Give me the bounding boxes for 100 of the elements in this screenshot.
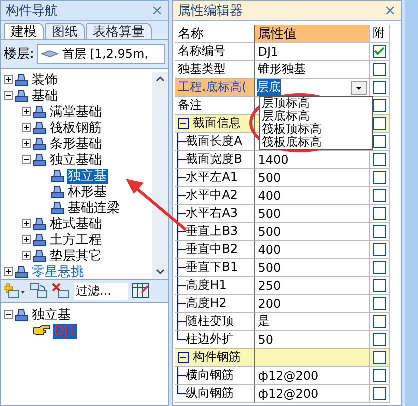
- checkbox[interactable]: [373, 45, 386, 58]
- property-name: 随柱变顶: [186, 313, 234, 330]
- collapse-icon[interactable]: [178, 118, 190, 129]
- tree-item[interactable]: 满堂基础: [49, 104, 103, 120]
- expand-icon[interactable]: [22, 235, 31, 244]
- checkbox[interactable]: [373, 333, 386, 346]
- expand-icon[interactable]: [22, 139, 31, 148]
- tab[interactable]: 建模: [4, 23, 44, 39]
- property-name: 水平右A3: [186, 205, 238, 222]
- floor-dropdown[interactable]: 首层 [1,2.95m,: [37, 44, 166, 64]
- expand-icon[interactable]: [22, 123, 31, 132]
- property-value[interactable]: 400: [258, 188, 282, 202]
- checkbox[interactable]: [373, 99, 386, 112]
- checkbox[interactable]: [373, 135, 386, 148]
- property-value[interactable]: 50: [258, 332, 274, 346]
- column-header: 名称: [175, 25, 256, 43]
- property-value[interactable]: 500: [258, 224, 282, 238]
- property-name: 垂直中B2: [186, 241, 238, 258]
- tree-item[interactable]: 杯形基: [67, 184, 108, 200]
- property-value[interactable]: 500: [258, 206, 282, 220]
- grid-settings-icon[interactable]: [132, 283, 150, 299]
- checkbox[interactable]: [373, 207, 386, 220]
- property-value[interactable]: 锥形独基: [258, 61, 306, 78]
- checkbox[interactable]: [373, 81, 386, 94]
- checkbox[interactable]: [373, 279, 386, 292]
- property-name: 柱边外扩: [186, 331, 234, 348]
- dropdown-option[interactable]: 层顶标高: [260, 97, 372, 110]
- component-item[interactable]: 独立基: [31, 308, 72, 322]
- checkbox[interactable]: [373, 153, 386, 166]
- checkbox[interactable]: [373, 261, 386, 274]
- checkbox[interactable]: [373, 297, 386, 310]
- property-value[interactable]: ф12@200: [258, 368, 319, 382]
- property-value[interactable]: 是: [258, 313, 270, 330]
- property-name: 工程.底标高(: [178, 79, 247, 96]
- copy-icon[interactable]: [30, 283, 48, 299]
- tree-item[interactable]: 零星悬挑: [31, 264, 85, 279]
- property-value[interactable]: 500: [258, 170, 282, 184]
- checkbox[interactable]: [373, 225, 386, 238]
- tree-item[interactable]: 土方工程: [49, 232, 103, 248]
- scrollbar[interactable]: [152, 72, 168, 279]
- tree-item[interactable]: 独立基础: [49, 152, 103, 168]
- property-value[interactable]: 200: [258, 296, 282, 310]
- tab[interactable]: 表格算量: [86, 23, 152, 39]
- elevation-dropdown[interactable]: 层底: [255, 79, 370, 97]
- property-value[interactable]: ф12@200: [258, 386, 319, 400]
- tab[interactable]: 图纸: [45, 23, 85, 39]
- expand-icon[interactable]: [22, 219, 31, 228]
- tree-item[interactable]: 筏板钢筋: [49, 120, 103, 136]
- tree-item[interactable]: 基础连梁: [67, 200, 121, 216]
- property-value[interactable]: DJ1: [258, 44, 279, 58]
- footing-icon: [33, 138, 47, 150]
- checkbox[interactable]: [373, 63, 386, 76]
- expand-icon[interactable]: [22, 251, 31, 260]
- scroll-down-icon[interactable]: [156, 269, 165, 275]
- property-value[interactable]: 250: [258, 278, 282, 292]
- checkbox[interactable]: [373, 315, 386, 328]
- property-name: 垂直下B1: [186, 259, 238, 276]
- property-value[interactable]: 500: [258, 260, 282, 274]
- tree-item[interactable]: 装饰: [31, 72, 59, 88]
- footing-icon: [33, 218, 47, 230]
- collapse-icon[interactable]: [22, 155, 31, 164]
- checkbox[interactable]: [373, 387, 386, 400]
- checkbox[interactable]: [373, 369, 386, 382]
- dropdown-option[interactable]: 筏板顶标高: [260, 123, 372, 136]
- footing-icon: [33, 106, 47, 118]
- property-name: 纵向钢筋: [186, 385, 234, 402]
- tree-item[interactable]: 桩式基础: [49, 216, 103, 232]
- footing-icon: [15, 90, 29, 102]
- expand-icon[interactable]: [22, 107, 31, 116]
- tree-item[interactable]: 基础: [31, 88, 59, 104]
- collapse-icon[interactable]: [4, 310, 13, 319]
- expand-icon[interactable]: [4, 75, 13, 84]
- add-icon[interactable]: [4, 283, 26, 299]
- checkbox[interactable]: [373, 117, 386, 130]
- property-name: 构件钢筋: [193, 349, 242, 366]
- footing-icon: [33, 154, 47, 166]
- property-name: 独基类型: [178, 61, 226, 78]
- delete-icon[interactable]: [52, 283, 70, 299]
- collapse-icon[interactable]: [4, 91, 13, 100]
- checkbox[interactable]: [373, 243, 386, 256]
- panel-title: 构件导航: [6, 2, 58, 20]
- property-value[interactable]: 1400: [258, 152, 289, 166]
- filter-field[interactable]: 过滤...: [74, 282, 128, 300]
- close-button[interactable]: ×: [384, 2, 396, 18]
- checkbox[interactable]: [373, 189, 386, 202]
- checkbox[interactable]: [373, 351, 386, 364]
- property-value[interactable]: 400: [258, 242, 282, 256]
- property-name: 高度H2: [186, 295, 227, 312]
- tree-item[interactable]: 独立基: [67, 168, 108, 184]
- scroll-up-icon[interactable]: [156, 76, 165, 82]
- dropdown-option[interactable]: 层底标高: [260, 110, 372, 123]
- expand-icon[interactable]: [4, 267, 13, 276]
- collapse-icon[interactable]: [178, 352, 190, 363]
- tree-item[interactable]: 垫层其它: [49, 248, 103, 264]
- checkbox[interactable]: [373, 171, 386, 184]
- footing-icon: [51, 202, 65, 214]
- tree-item[interactable]: 条形基础: [49, 136, 103, 152]
- column-header: 附: [370, 25, 390, 43]
- tree-connector-icon: [177, 169, 186, 186]
- dropdown-option[interactable]: 筏板底标高: [260, 136, 372, 149]
